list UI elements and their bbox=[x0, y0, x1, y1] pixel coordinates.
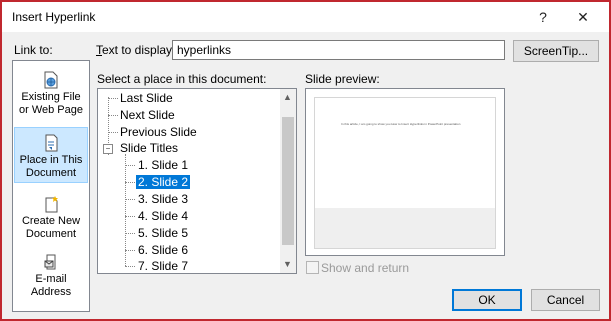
tree-item-label: 7. Slide 7 bbox=[138, 259, 189, 273]
screentip-button[interactable]: ScreenTip... bbox=[513, 40, 599, 62]
sidebar-item-existing-file-line1: Existing File bbox=[21, 91, 81, 103]
scroll-down-arrow-icon[interactable]: ▼ bbox=[283, 259, 292, 269]
new-document-icon bbox=[45, 196, 58, 213]
tree-item-next-slide[interactable]: Next Slide bbox=[120, 107, 175, 123]
email-address-icon bbox=[44, 254, 56, 270]
show-and-return-label: Show and return bbox=[321, 261, 410, 275]
sidebar-item-create-line2: Document bbox=[25, 228, 77, 240]
scrollbar-thumb[interactable] bbox=[282, 117, 294, 245]
sidebar-item-email-line2: Address bbox=[30, 286, 72, 298]
insert-hyperlink-dialog: Insert Hyperlink ? ✕ Link to: Text to di… bbox=[0, 0, 611, 321]
tree-item-slide-3[interactable]: 3. Slide 3 bbox=[138, 191, 188, 207]
sidebar-item-existing-file-line2: or Web Page bbox=[18, 104, 83, 116]
tree-item-label: 6. Slide 6 bbox=[138, 243, 189, 257]
document-place-icon bbox=[45, 134, 58, 152]
tree-item-slide-6[interactable]: 6. Slide 6 bbox=[138, 242, 188, 258]
tree-item-label: 5. Slide 5 bbox=[138, 226, 189, 240]
collapse-expander-icon[interactable]: − bbox=[103, 144, 113, 154]
tree-item-previous-slide[interactable]: Previous Slide bbox=[120, 124, 197, 140]
select-place-label: Select a place in this document: bbox=[97, 72, 267, 86]
dialog-title: Insert Hyperlink bbox=[12, 10, 96, 24]
cancel-button[interactable]: Cancel bbox=[531, 289, 600, 311]
link-to-sidebar: Existing File or Web Page Place in This … bbox=[12, 60, 90, 312]
sidebar-item-email[interactable]: E-mail Address bbox=[14, 253, 88, 305]
scroll-up-arrow-icon[interactable]: ▲ bbox=[283, 92, 292, 102]
tree-line bbox=[125, 199, 135, 200]
sidebar-item-place-line1: Place in This bbox=[19, 154, 83, 166]
slide-preview-label: Slide preview: bbox=[305, 72, 380, 86]
tree-line bbox=[125, 233, 135, 234]
sidebar-item-email-line1: E-mail bbox=[35, 273, 67, 285]
tree-line bbox=[108, 98, 118, 99]
slide-preview-thumbnail: In this article, I am going to show you … bbox=[314, 97, 496, 249]
slide-preview-footer bbox=[315, 208, 495, 248]
tree-line bbox=[108, 132, 118, 133]
link-to-label: Link to: bbox=[14, 43, 53, 57]
close-button[interactable]: ✕ bbox=[570, 7, 596, 27]
ok-button[interactable]: OK bbox=[452, 289, 522, 311]
sidebar-item-place-line2: Document bbox=[25, 167, 77, 179]
tree-item-slide-titles[interactable]: Slide Titles bbox=[120, 140, 178, 156]
tree-item-label: 3. Slide 3 bbox=[138, 192, 189, 206]
tree-item-last-slide[interactable]: Last Slide bbox=[120, 90, 173, 106]
sidebar-item-place-in-document[interactable]: Place in This Document bbox=[14, 127, 88, 183]
help-button[interactable]: ? bbox=[530, 7, 556, 27]
sidebar-item-existing-file[interactable]: Existing File or Web Page bbox=[14, 71, 88, 123]
tree-line bbox=[108, 115, 118, 116]
tree-item-label: 2. Slide 2 bbox=[136, 175, 191, 189]
text-to-display-label-rest: ext to display: bbox=[102, 43, 176, 57]
tree-item-slide-7[interactable]: 7. Slide 7 bbox=[138, 258, 189, 273]
tree-line bbox=[125, 216, 135, 217]
tree-line bbox=[125, 182, 135, 183]
tree-line bbox=[125, 250, 135, 251]
text-to-display-input[interactable]: hyperlinks bbox=[172, 40, 505, 60]
title-bar: Insert Hyperlink ? ✕ bbox=[2, 2, 609, 32]
place-tree[interactable]: Last Slide Next Slide Previous Slide − S… bbox=[97, 88, 297, 274]
show-and-return-checkbox[interactable] bbox=[306, 261, 319, 274]
tree-item-label: Last Slide bbox=[120, 91, 173, 105]
tree-item-slide-1[interactable]: 1. Slide 1 bbox=[138, 157, 188, 173]
tree-item-label: Slide Titles bbox=[120, 141, 179, 155]
tree-item-slide-4[interactable]: 4. Slide 4 bbox=[138, 208, 188, 224]
tree-item-slide-5[interactable]: 5. Slide 5 bbox=[138, 225, 188, 241]
tree-item-label: 4. Slide 4 bbox=[138, 209, 189, 223]
slide-preview-panel: In this article, I am going to show you … bbox=[305, 88, 505, 256]
tree-item-label: 1. Slide 1 bbox=[138, 158, 189, 172]
text-to-display-label: Text to display: bbox=[96, 43, 176, 57]
sidebar-item-create-line1: Create New bbox=[21, 215, 81, 227]
tree-scrollbar[interactable]: ▲ ▼ bbox=[280, 89, 296, 273]
web-page-file-icon bbox=[44, 71, 58, 89]
sidebar-item-create-new[interactable]: Create New Document bbox=[14, 195, 88, 247]
tree-item-label: Previous Slide bbox=[120, 125, 197, 139]
tree-line bbox=[125, 165, 135, 166]
slide-preview-text: In this article, I am going to show you … bbox=[341, 122, 461, 126]
tree-line bbox=[125, 266, 135, 267]
tree-item-label: Next Slide bbox=[120, 108, 175, 122]
tree-item-slide-2[interactable]: 2. Slide 2 bbox=[136, 174, 191, 190]
